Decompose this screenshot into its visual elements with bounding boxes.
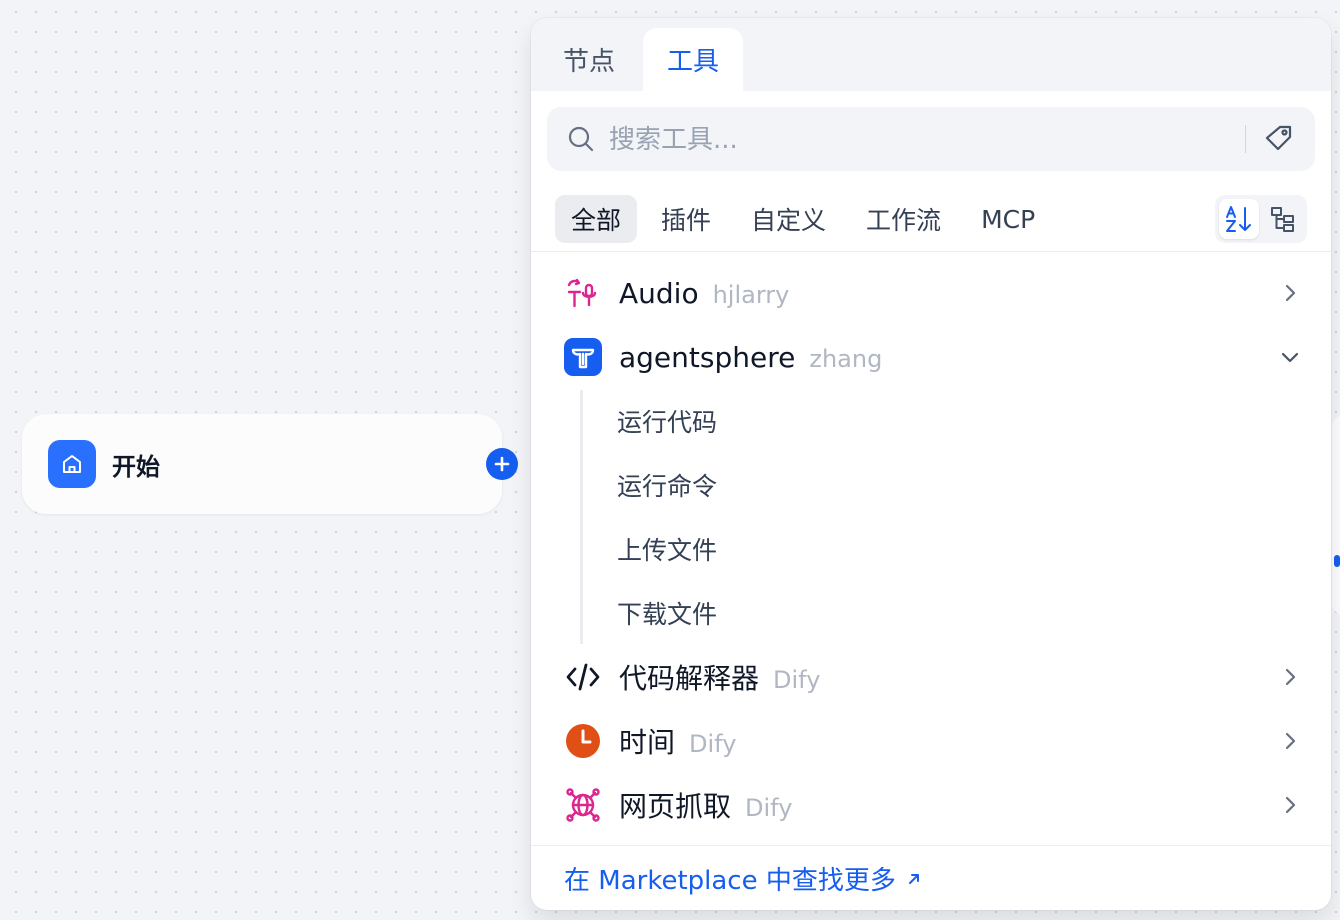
filter-all[interactable]: 全部: [555, 195, 638, 243]
chevron-down-icon: [1281, 352, 1299, 363]
filter-plugins[interactable]: 插件: [645, 195, 727, 243]
search-box[interactable]: [547, 107, 1315, 171]
clock-icon: [564, 722, 602, 760]
tab-tools[interactable]: 工具: [643, 28, 743, 91]
audio-plugin-icon: [564, 274, 602, 312]
start-node[interactable]: 开始: [22, 414, 502, 514]
node-handle-icon: [1334, 555, 1340, 567]
tool-name: agentsphere: [619, 340, 796, 374]
sort-az-icon[interactable]: [1219, 199, 1259, 239]
panel-footer: 在 Marketplace 中查找更多: [531, 845, 1331, 910]
tool-action-download-file[interactable]: 下载文件: [617, 595, 717, 631]
external-link-icon: [908, 873, 919, 884]
tool-action-run-code[interactable]: 运行代码: [617, 403, 717, 439]
tool-name: 网页抓取: [619, 790, 732, 823]
filter-workflow[interactable]: 工作流: [850, 195, 957, 243]
chevron-right-icon: [1285, 732, 1296, 750]
search-divider: [1245, 125, 1246, 153]
tool-item-time[interactable]: 时间 Dify: [531, 711, 1331, 771]
add-node-button[interactable]: [486, 448, 518, 480]
code-icon: [564, 658, 602, 696]
tool-item-web-scraper[interactable]: 网页抓取 Dify: [531, 775, 1331, 835]
web-scraper-icon: [564, 786, 602, 824]
tool-author: hjlarry: [712, 280, 790, 309]
tool-author: zhang: [809, 344, 883, 373]
chevron-right-icon: [1285, 796, 1296, 814]
chevron-right-icon: [1285, 668, 1296, 686]
action-tree-line: [580, 390, 583, 644]
marketplace-link-text: 在 Marketplace 中查找更多: [564, 866, 896, 896]
tool-item-agentsphere[interactable]: agentsphere zhang: [531, 327, 1331, 387]
tree-view-icon[interactable]: [1263, 199, 1303, 239]
block-selector-panel: 节点 工具 全部 插件 自定义 工作流 MCP: [531, 18, 1331, 910]
tool-item-code-interpreter[interactable]: 代码解释器 Dify: [531, 647, 1331, 707]
tab-nodes[interactable]: 节点: [547, 28, 631, 91]
tool-author: Dify: [689, 730, 737, 758]
filter-mcp[interactable]: MCP: [965, 195, 1051, 243]
marketplace-link[interactable]: 在 Marketplace 中查找更多: [564, 860, 922, 897]
tool-author: Dify: [745, 794, 793, 822]
search-icon: [568, 126, 594, 152]
view-toggle: [1215, 195, 1307, 243]
agentsphere-icon: [564, 338, 602, 376]
tool-action-run-command[interactable]: 运行命令: [617, 467, 717, 503]
home-icon: [48, 440, 96, 488]
filter-custom[interactable]: 自定义: [735, 195, 842, 243]
divider: [531, 251, 1331, 252]
tool-name: 时间: [619, 726, 676, 759]
search-input[interactable]: [607, 117, 1231, 163]
tool-action-upload-file[interactable]: 上传文件: [617, 531, 717, 567]
chevron-right-icon: [1285, 284, 1296, 302]
tag-filter-icon[interactable]: [1263, 123, 1295, 155]
tab-bar: 节点 工具: [531, 18, 1331, 91]
tool-name: Audio: [619, 276, 699, 310]
tool-author: Dify: [773, 666, 821, 694]
tool-type-filters: 全部 插件 自定义 工作流 MCP: [555, 195, 1059, 243]
start-node-title: 开始: [112, 452, 160, 481]
partial-node[interactable]: [1332, 415, 1340, 615]
tool-name: 代码解释器: [619, 662, 760, 695]
plus-icon: [494, 456, 510, 472]
tool-item-audio[interactable]: Audio hjlarry: [531, 263, 1331, 323]
